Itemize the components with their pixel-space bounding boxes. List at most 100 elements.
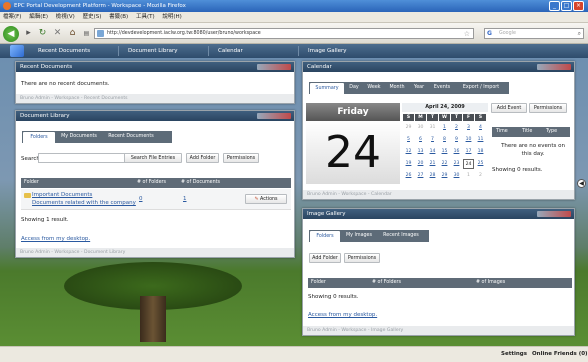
- calendar-day[interactable]: 9: [451, 135, 462, 145]
- search-icon[interactable]: ⌕: [578, 29, 581, 39]
- weekday-header: M: [415, 114, 426, 121]
- calendar-day[interactable]: 11: [475, 135, 486, 145]
- nav-document-library[interactable]: Document Library: [128, 44, 177, 58]
- calendar-day[interactable]: 13: [415, 147, 426, 157]
- calendar-day[interactable]: 16: [451, 147, 462, 157]
- search-box[interactable]: G Google ⌕: [484, 28, 584, 39]
- folder-description[interactable]: Documents related with the company: [32, 200, 136, 206]
- calendar-day[interactable]: 23: [451, 159, 462, 169]
- portlet-window-controls[interactable]: [257, 64, 291, 70]
- tab-day[interactable]: Day: [346, 82, 362, 94]
- folder-name-link[interactable]: Important Documents: [32, 192, 92, 198]
- menu-view[interactable]: 檢視(V): [56, 14, 75, 20]
- portlet-footer: Bruno Admin - Workspace - Document Libra…: [16, 248, 294, 257]
- tab-summary[interactable]: Summary: [310, 83, 344, 94]
- calendar-day[interactable]: 26: [403, 171, 414, 181]
- minimize-button[interactable]: _: [549, 1, 560, 11]
- column-folders-count: # of Folders: [372, 280, 402, 285]
- menu-help[interactable]: 說明(H): [162, 14, 181, 20]
- search-engine-icon[interactable]: G: [487, 29, 492, 39]
- add-folder-button[interactable]: Add Folder: [309, 253, 341, 263]
- tab-month[interactable]: Month: [386, 82, 408, 94]
- calendar-day[interactable]: 24: [463, 159, 474, 169]
- close-button[interactable]: ×: [573, 1, 584, 11]
- online-friends-link[interactable]: Online Friends (0): [532, 351, 588, 357]
- nav-recent-documents[interactable]: Recent Documents: [38, 44, 90, 58]
- calendar-day[interactable]: 18: [475, 147, 486, 157]
- tab-recent-documents[interactable]: Recent Documents: [103, 131, 159, 143]
- tab-export-import[interactable]: Export / Import: [456, 82, 506, 94]
- home-icon[interactable]: ⌂: [66, 27, 79, 40]
- tab-year[interactable]: Year: [410, 82, 428, 94]
- portlet-window-controls[interactable]: [257, 113, 291, 119]
- calendar-day[interactable]: 21: [427, 159, 438, 169]
- menu-bookmarks[interactable]: 書籤(B): [109, 14, 128, 20]
- calendar-day[interactable]: 3: [463, 123, 474, 133]
- tab-folders[interactable]: Folders: [310, 231, 340, 242]
- calendar-day[interactable]: 19: [403, 159, 414, 169]
- calendar-day[interactable]: 8: [439, 135, 450, 145]
- desktop-access-link[interactable]: Access from my desktop.: [21, 236, 90, 242]
- url-bar[interactable]: http://devdevelopment.iaclw.org.tw:8080/…: [94, 28, 474, 39]
- add-folder-button[interactable]: Add Folder: [186, 153, 219, 163]
- calendar-day[interactable]: 25: [475, 159, 486, 169]
- tab-recent-images[interactable]: Recent Images: [378, 230, 424, 242]
- search-input[interactable]: [38, 153, 132, 163]
- search-placeholder: Google: [499, 31, 516, 36]
- tab-my-documents[interactable]: My Documents: [57, 131, 101, 143]
- back-button[interactable]: ◀: [3, 26, 19, 42]
- nav-separator: [118, 46, 119, 56]
- menu-edit[interactable]: 編輯(E): [29, 14, 48, 20]
- permissions-button[interactable]: Permissions: [223, 153, 259, 163]
- forward-icon[interactable]: ▸: [22, 27, 35, 40]
- tab-week[interactable]: Week: [364, 82, 384, 94]
- collapse-dock-icon[interactable]: ◀: [577, 179, 586, 188]
- actions-button[interactable]: ✎ Actions: [245, 194, 287, 204]
- folders-count[interactable]: 0: [139, 196, 143, 202]
- calendar-day[interactable]: 6: [415, 135, 426, 145]
- portlet-window-controls[interactable]: [537, 64, 571, 70]
- calendar-day[interactable]: 28: [427, 171, 438, 181]
- calendar-day[interactable]: 22: [439, 159, 450, 169]
- add-event-button[interactable]: Add Event: [491, 103, 527, 113]
- tab-my-images[interactable]: My Images: [342, 230, 376, 242]
- calendar-day[interactable]: 7: [427, 135, 438, 145]
- menu-tools[interactable]: 工具(T): [136, 14, 155, 20]
- tab-folders[interactable]: Folders: [23, 132, 55, 143]
- search-file-entries-button[interactable]: Search File Entries: [124, 153, 182, 163]
- portlet-footer: Bruno Admin - Workspace - Recent Documen…: [16, 94, 294, 103]
- calendar-day[interactable]: 1: [439, 123, 450, 133]
- documents-count[interactable]: 1: [183, 196, 187, 202]
- calendar-day[interactable]: 17: [463, 147, 474, 157]
- calendar-day[interactable]: 29: [439, 171, 450, 181]
- calendar-day[interactable]: 10: [463, 135, 474, 145]
- settings-link[interactable]: Settings: [501, 351, 527, 357]
- reload-icon[interactable]: ↻: [36, 27, 49, 40]
- menu-history[interactable]: 歷史(S): [83, 14, 102, 20]
- calendar-day[interactable]: 15: [439, 147, 450, 157]
- calendar-permissions-button[interactable]: Permissions: [529, 103, 567, 113]
- calendar-day: 2: [479, 173, 482, 178]
- calendar-day[interactable]: 12: [403, 147, 414, 157]
- empty-message: There are no recent documents.: [21, 81, 110, 87]
- calendar-day[interactable]: 20: [415, 159, 426, 169]
- calendar-day[interactable]: 30: [451, 171, 462, 181]
- tab-events[interactable]: Events: [430, 82, 454, 94]
- permissions-button[interactable]: Permissions: [344, 253, 380, 263]
- pages-icon[interactable]: ▤: [80, 27, 93, 40]
- maximize-button[interactable]: □: [561, 1, 572, 11]
- portlet-window-controls[interactable]: [537, 211, 571, 217]
- calendar-day[interactable]: 5: [403, 135, 414, 145]
- portal-logo-icon[interactable]: [10, 45, 24, 57]
- stop-icon[interactable]: ✕: [51, 27, 64, 40]
- bookmark-star-icon[interactable]: ☆: [464, 29, 470, 39]
- calendar-day[interactable]: 14: [427, 147, 438, 157]
- calendar-day[interactable]: 4: [475, 123, 486, 133]
- nav-image-gallery[interactable]: Image Gallery: [308, 44, 347, 58]
- menu-file[interactable]: 檔案(F): [3, 14, 21, 20]
- desktop-access-link[interactable]: Access from my desktop.: [308, 312, 377, 318]
- nav-calendar[interactable]: Calendar: [218, 44, 243, 58]
- calendar-day[interactable]: 27: [415, 171, 426, 181]
- table-row: Important Documents Documents related wi…: [21, 189, 291, 210]
- calendar-day[interactable]: 2: [451, 123, 462, 133]
